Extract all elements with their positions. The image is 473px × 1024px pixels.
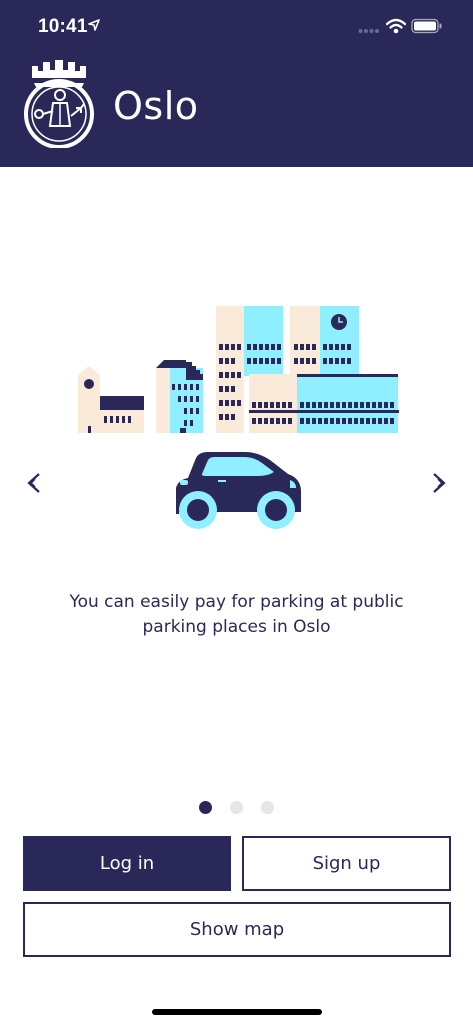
login-button[interactable]: Log in bbox=[23, 836, 231, 891]
previous-slide-button[interactable] bbox=[14, 465, 54, 501]
page-dot-2[interactable] bbox=[230, 801, 243, 814]
city-parking-illustration bbox=[78, 306, 399, 529]
page-title: Oslo bbox=[113, 84, 199, 128]
status-time: 10:41 bbox=[38, 16, 88, 37]
signup-button[interactable]: Sign up bbox=[242, 836, 451, 891]
oslo-city-crest-logo bbox=[24, 60, 94, 148]
chevron-left-icon bbox=[27, 473, 40, 493]
show-map-button[interactable]: Show map bbox=[23, 902, 451, 957]
cellular-signal-icon bbox=[358, 29, 379, 33]
wifi-icon bbox=[386, 18, 406, 34]
page-indicator bbox=[0, 800, 473, 816]
app-header: 10:41 Oslo bbox=[0, 0, 473, 167]
chevron-right-icon bbox=[433, 473, 446, 493]
page-dot-3[interactable] bbox=[261, 801, 274, 814]
battery-icon bbox=[411, 18, 442, 34]
next-slide-button[interactable] bbox=[419, 465, 459, 501]
home-indicator[interactable] bbox=[152, 1009, 322, 1015]
location-arrow-icon bbox=[88, 19, 100, 31]
page-dot-1[interactable] bbox=[199, 801, 212, 814]
onboarding-text: You can easily pay for parking at public… bbox=[69, 592, 404, 637]
